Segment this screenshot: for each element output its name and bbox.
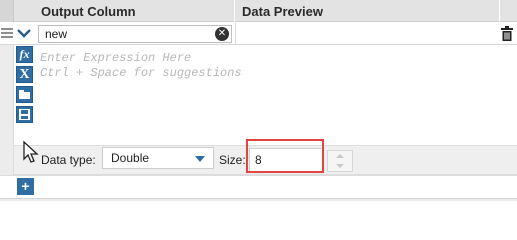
trash-icon[interactable] [500,26,514,42]
output-column-name-input[interactable] [38,25,232,43]
add-icon[interactable]: + [17,178,34,195]
spinner-up-icon[interactable] [336,154,344,158]
expression-toolbar: fx X [16,46,35,126]
column-header-output[interactable]: Output Column [35,0,235,22]
size-spinner[interactable] [327,150,353,172]
open-folder-icon[interactable] [16,86,33,103]
header-corner [0,0,14,22]
save-icon[interactable] [16,106,33,123]
bottom-border [0,198,517,201]
column-header-output-label: Output Column [41,4,136,19]
dropdown-arrow-icon [195,156,205,162]
column-header-preview[interactable]: Data Preview [236,0,500,22]
expression-placeholder: Enter Expression Here Ctrl + Space for s… [40,51,500,81]
column-divider [235,23,236,45]
data-type-value: Double [111,151,150,165]
data-type-label: Data type: [41,153,96,167]
clear-icon[interactable]: ✕ [215,27,229,41]
chevron-down-icon[interactable] [16,26,34,42]
left-gutter [0,45,14,175]
data-type-select[interactable]: Double [102,147,214,169]
mouse-cursor-icon [22,140,42,164]
highlight-box [246,139,324,173]
column-header-preview-label: Data Preview [242,4,323,19]
size-label: Size: [219,153,246,167]
variable-icon[interactable]: X [16,66,33,83]
spinner-down-icon[interactable] [336,164,344,168]
placeholder-line-2: Ctrl + Space for suggestions [40,66,242,80]
drag-handle-icon[interactable] [1,26,13,40]
placeholder-line-1: Enter Expression Here [40,51,192,65]
function-icon[interactable]: fx [16,46,33,63]
